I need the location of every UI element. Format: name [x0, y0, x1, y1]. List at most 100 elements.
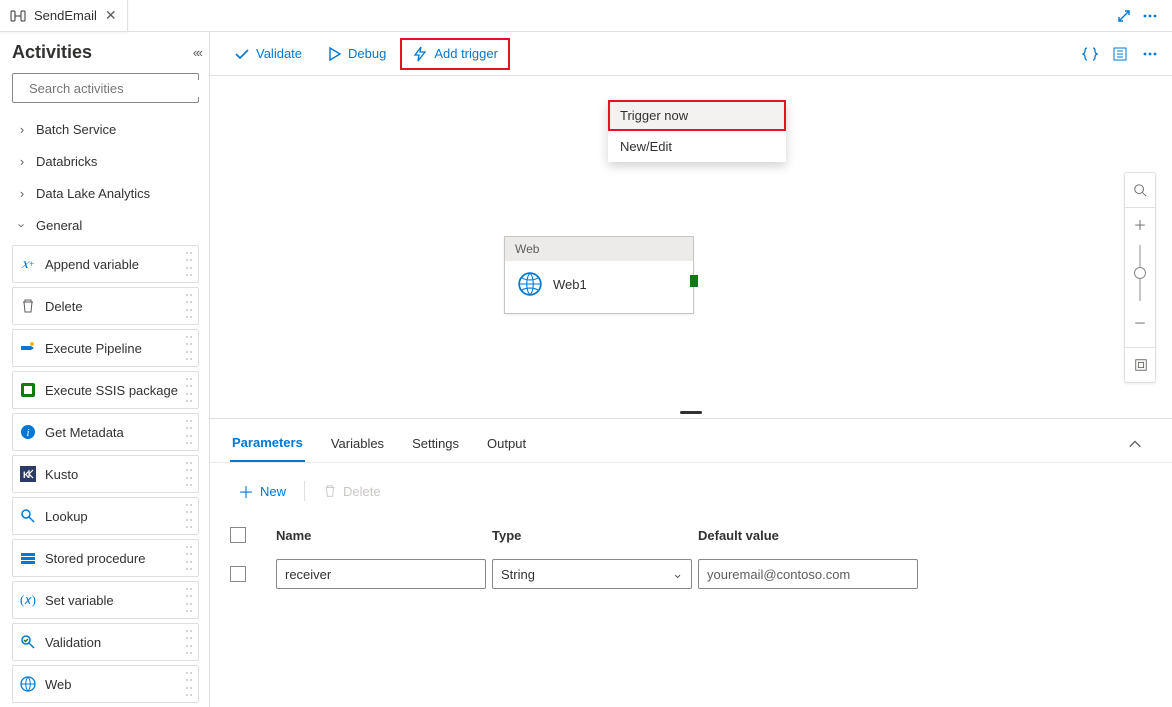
search-activities-field[interactable] [27, 80, 207, 97]
drag-grip-icon [186, 546, 194, 570]
pipeline-tab[interactable]: SendEmail ✕ [0, 0, 128, 32]
tab-title: SendEmail [34, 8, 97, 23]
sidebar-title: Activities [12, 42, 92, 63]
tree-group-databricks[interactable]: › Databricks [12, 145, 199, 177]
activity-execute-ssis[interactable]: Execute SSIS package [12, 371, 199, 409]
variable-plus-icon: 𝑥+ [19, 255, 37, 273]
col-type: Type [492, 528, 692, 543]
collapse-panel-icon[interactable] [1128, 437, 1152, 454]
drag-grip-icon [186, 420, 194, 444]
zoom-slider[interactable] [1139, 245, 1141, 301]
delete-parameter-button: Delete [315, 480, 389, 503]
activity-web[interactable]: Web [12, 665, 199, 703]
properties-panel: Parameters Variables Settings Output ＋ N… [210, 418, 1172, 617]
drag-grip-icon [186, 672, 194, 696]
lookup-icon [19, 507, 37, 525]
tab-output[interactable]: Output [485, 430, 528, 461]
check-icon [234, 46, 250, 62]
canvas-tool-column: ＋ － [1124, 172, 1156, 383]
fit-to-screen-icon[interactable] [1125, 348, 1157, 382]
drag-grip-icon [186, 294, 194, 318]
code-braces-icon[interactable] [1082, 46, 1098, 62]
kusto-icon: K [19, 465, 37, 483]
tab-parameters[interactable]: Parameters [230, 429, 305, 462]
add-trigger-button[interactable]: Add trigger [400, 38, 510, 70]
tab-settings[interactable]: Settings [410, 430, 461, 461]
new-parameter-button[interactable]: ＋ New [230, 475, 294, 507]
collapse-sidebar-icon[interactable]: « « [193, 45, 199, 60]
node-success-connector[interactable] [690, 275, 698, 287]
drag-grip-icon [186, 378, 194, 402]
pipeline-canvas[interactable]: Web Web1 ＋ － [210, 76, 1172, 406]
panel-resize-handle[interactable] [210, 406, 1172, 418]
tree-group-batch-service[interactable]: › Batch Service [12, 113, 199, 145]
svg-text:i: i [26, 427, 29, 439]
main-area: Validate Debug Add trigger Trigger now N… [210, 32, 1172, 707]
chevron-down-icon: › [15, 219, 30, 231]
drag-grip-icon [186, 336, 194, 360]
more-icon[interactable] [1142, 46, 1158, 62]
activities-sidebar: Activities « « › Batch Service › Databri… [0, 32, 210, 707]
activity-append-variable[interactable]: 𝑥+ Append variable [12, 245, 199, 283]
trigger-icon [412, 46, 428, 62]
globe-icon [19, 675, 37, 693]
col-default: Default value [698, 528, 918, 543]
zoom-in-icon[interactable]: ＋ [1124, 207, 1156, 241]
activity-validation[interactable]: Validation [12, 623, 199, 661]
param-name-input[interactable]: receiver [276, 559, 486, 589]
more-icon[interactable] [1142, 8, 1158, 24]
play-icon [326, 46, 342, 62]
properties-icon[interactable] [1112, 46, 1128, 62]
debug-button[interactable]: Debug [316, 38, 396, 70]
tree-group-general[interactable]: › General [12, 209, 199, 241]
open-tabs-bar: SendEmail ✕ [0, 0, 1172, 32]
validate-button[interactable]: Validate [224, 38, 312, 70]
param-type-select[interactable]: String ⌄ [492, 559, 692, 589]
chevron-down-icon: ⌄ [672, 566, 683, 582]
activity-delete[interactable]: Delete [12, 287, 199, 325]
zoom-slider-knob[interactable] [1134, 267, 1146, 279]
info-icon: i [19, 423, 37, 441]
expand-icon[interactable] [1116, 8, 1132, 24]
zoom-out-icon[interactable]: － [1124, 305, 1156, 339]
close-icon[interactable]: ✕ [105, 7, 117, 24]
tree-group-data-lake-analytics[interactable]: › Data Lake Analytics [12, 177, 199, 209]
plus-icon: ＋ [238, 479, 254, 503]
activity-kusto[interactable]: K Kusto [12, 455, 199, 493]
drag-grip-icon [186, 588, 194, 612]
search-activities-input[interactable] [12, 73, 199, 103]
col-name: Name [276, 528, 486, 543]
parameters-header-row: Name Type Default value [230, 519, 1152, 551]
trash-icon [323, 484, 337, 498]
pipeline-toolbar: Validate Debug Add trigger [210, 32, 1172, 76]
chevron-right-icon: › [16, 186, 28, 201]
separator [304, 481, 305, 501]
select-all-checkbox[interactable] [230, 527, 246, 543]
node-type-label: Web [505, 237, 693, 261]
row-checkbox[interactable] [230, 566, 246, 582]
drag-grip-icon [186, 462, 194, 486]
ssis-icon [19, 381, 37, 399]
stored-procedure-icon [19, 549, 37, 567]
validation-icon [19, 633, 37, 651]
activity-get-metadata[interactable]: i Get Metadata [12, 413, 199, 451]
set-variable-icon: (𝑥) [19, 591, 37, 609]
activity-execute-pipeline[interactable]: Execute Pipeline [12, 329, 199, 367]
drag-grip-icon [186, 630, 194, 654]
execute-pipeline-icon [19, 339, 37, 357]
chevron-right-icon: › [16, 122, 28, 137]
node-name: Web1 [553, 277, 587, 292]
activity-stored-procedure[interactable]: Stored procedure [12, 539, 199, 577]
tab-variables[interactable]: Variables [329, 430, 386, 461]
drag-grip-icon [186, 252, 194, 276]
activity-lookup[interactable]: Lookup [12, 497, 199, 535]
trash-icon [19, 297, 37, 315]
drag-grip-icon [186, 504, 194, 528]
globe-icon [517, 271, 543, 297]
canvas-search-icon[interactable] [1124, 173, 1156, 207]
parameter-row: receiver String ⌄ youremail@contoso.com [230, 551, 1152, 597]
canvas-node-web1[interactable]: Web Web1 [504, 236, 694, 314]
param-default-input[interactable]: youremail@contoso.com [698, 559, 918, 589]
pipeline-icon [10, 8, 26, 24]
activity-set-variable[interactable]: (𝑥) Set variable [12, 581, 199, 619]
